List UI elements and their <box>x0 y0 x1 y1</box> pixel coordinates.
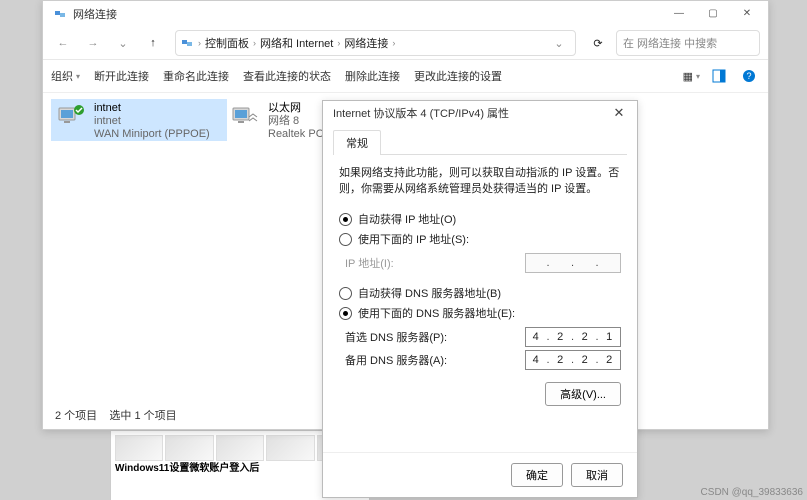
connection-intnet[interactable]: intnet intnet WAN Miniport (PPPOE) <box>51 99 227 141</box>
item-count: 2 个项目 <box>55 410 97 422</box>
tab-strip: 常规 <box>333 129 627 155</box>
help-icon[interactable]: ? <box>738 65 760 87</box>
radio-icon <box>339 287 352 300</box>
breadcrumb[interactable]: › 控制面板 › 网络和 Internet › 网络连接 › ⌄ <box>175 30 576 56</box>
thumb <box>115 435 163 461</box>
radio-dns-manual[interactable]: 使用下面的 DNS 服务器地址(E): <box>339 305 621 321</box>
thumb <box>216 435 264 461</box>
ip-address-label: IP 地址(I): <box>345 255 525 271</box>
dns-secondary-label: 备用 DNS 服务器(A): <box>345 352 525 368</box>
dns-primary-label: 首选 DNS 服务器(P): <box>345 329 525 345</box>
conn-name: intnet <box>94 102 210 115</box>
dialog-title: Internet 协议版本 4 (TCP/IPv4) 属性 <box>333 105 509 121</box>
back-button[interactable]: ← <box>51 31 75 55</box>
maximize-button[interactable]: ▢ <box>696 2 730 26</box>
dns-primary-input[interactable]: 4. 2. 2. 1 <box>525 327 621 347</box>
cmd-disconnect[interactable]: 断开此连接 <box>94 68 149 84</box>
command-bar: 组织▾ 断开此连接 重命名此连接 查看此连接的状态 删除此连接 更改此连接的设置… <box>43 60 768 93</box>
radio-icon <box>339 233 352 246</box>
selected-count: 选中 1 个项目 <box>109 410 176 422</box>
crumb-dropdown[interactable]: ⌄ <box>547 31 571 55</box>
connection-icon <box>228 102 262 132</box>
radio-icon <box>339 307 352 320</box>
watermark: CSDN @qq_39833636 <box>701 487 803 498</box>
refresh-button[interactable]: ⟳ <box>586 31 610 55</box>
window-icon <box>53 7 67 21</box>
radio-ip-manual[interactable]: 使用下面的 IP 地址(S): <box>339 231 621 247</box>
description-text: 如果网络支持此功能，则可以获取自动指派的 IP 设置。否则，你需要从网络系统管理… <box>339 165 621 197</box>
close-button[interactable]: ✕ <box>730 2 764 26</box>
crumb-control-panel[interactable]: 控制面板 <box>205 35 249 51</box>
advanced-button[interactable]: 高级(V)... <box>545 382 621 406</box>
up-button[interactable]: ↑ <box>141 31 165 55</box>
breadcrumb-root-icon[interactable] <box>180 36 194 50</box>
tab-general[interactable]: 常规 <box>333 130 381 155</box>
ok-button[interactable]: 确定 <box>511 463 563 487</box>
nav-bar: ← → ⌄ ↑ › 控制面板 › 网络和 Internet › 网络连接 › ⌄… <box>43 27 768 60</box>
crumb-network-connections[interactable]: 网络连接 <box>344 35 388 51</box>
conn-device: WAN Miniport (PPPOE) <box>94 128 210 141</box>
svg-text:?: ? <box>746 71 751 81</box>
dns-secondary-input[interactable]: 4. 2. 2. 2 <box>525 350 621 370</box>
cmd-rename[interactable]: 重命名此连接 <box>163 68 229 84</box>
thumb <box>266 435 314 461</box>
window-title: 网络连接 <box>73 6 117 22</box>
ip-address-input: ... <box>525 253 621 273</box>
ipv4-properties-dialog: Internet 协议版本 4 (TCP/IPv4) 属性 ✕ 常规 如果网络支… <box>322 100 638 498</box>
status-bar: 2 个项目 选中 1 个项目 <box>55 407 177 423</box>
organize-menu[interactable]: 组织▾ <box>51 68 80 84</box>
cmd-delete[interactable]: 删除此连接 <box>345 68 400 84</box>
forward-button[interactable]: → <box>81 31 105 55</box>
thumb <box>165 435 213 461</box>
view-mode-button[interactable]: ▦▾ <box>683 70 700 83</box>
close-button[interactable]: ✕ <box>605 102 633 124</box>
conn-status: intnet <box>94 115 210 128</box>
strip-text: Windows11设置微软账户登入后 <box>115 463 259 474</box>
crumb-network-internet[interactable]: 网络和 Internet <box>260 35 333 51</box>
cmd-status[interactable]: 查看此连接的状态 <box>243 68 331 84</box>
radio-icon <box>339 213 352 226</box>
minimize-button[interactable]: — <box>662 2 696 26</box>
details-pane-icon[interactable] <box>708 65 730 87</box>
connection-icon <box>54 102 88 132</box>
cancel-button[interactable]: 取消 <box>571 463 623 487</box>
dialog-titlebar[interactable]: Internet 协议版本 4 (TCP/IPv4) 属性 ✕ <box>323 101 637 125</box>
search-input[interactable]: 在 网络连接 中搜索 <box>616 30 760 56</box>
radio-dns-auto[interactable]: 自动获得 DNS 服务器地址(B) <box>339 285 621 301</box>
recent-dropdown[interactable]: ⌄ <box>111 31 135 55</box>
radio-ip-auto[interactable]: 自动获得 IP 地址(O) <box>339 211 621 227</box>
titlebar[interactable]: 网络连接 — ▢ ✕ <box>43 1 768 27</box>
cmd-settings[interactable]: 更改此连接的设置 <box>414 68 502 84</box>
